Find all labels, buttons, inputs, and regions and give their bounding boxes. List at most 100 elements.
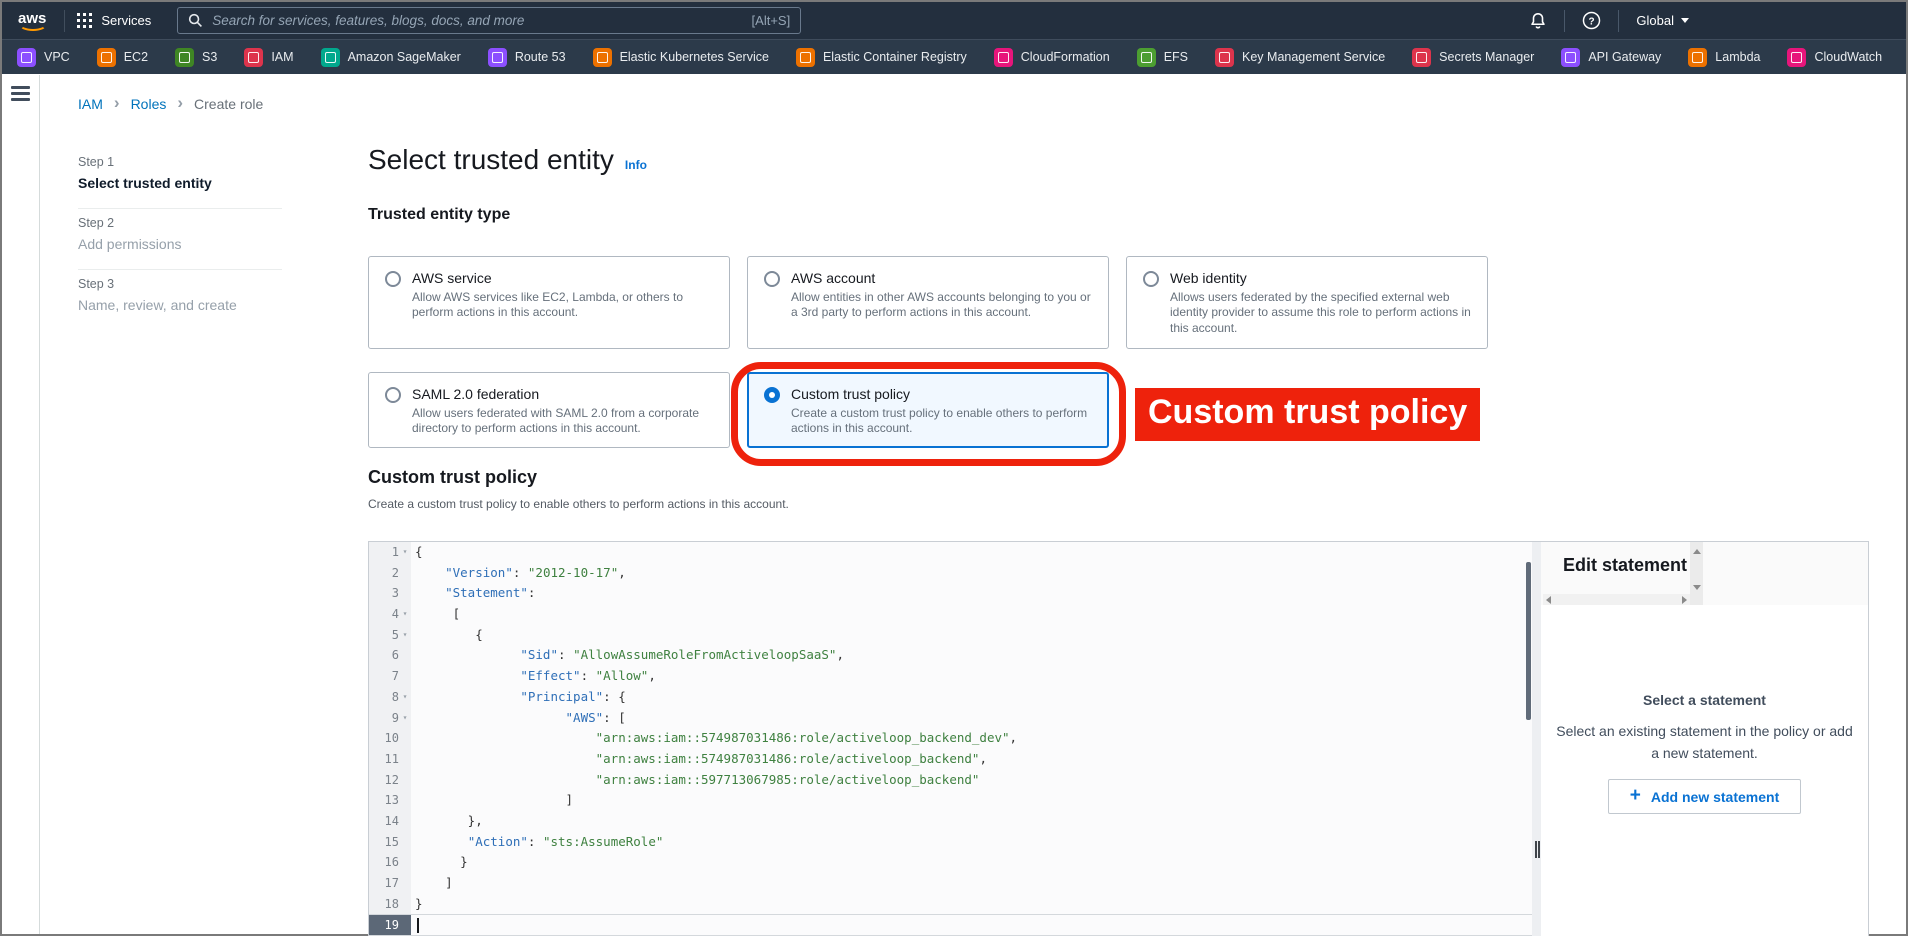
entity-type-card[interactable]: Web identityAllows users federated by th… bbox=[1126, 256, 1488, 349]
radio-button[interactable] bbox=[764, 271, 780, 287]
scroll-left-icon[interactable] bbox=[1546, 596, 1551, 604]
wizard-step: Step 3Name, review, and create bbox=[78, 270, 282, 330]
edit-statement-title: Edit statement bbox=[1563, 555, 1687, 576]
code-line: 2 "Version": "2012-10-17", bbox=[369, 563, 1532, 584]
code-line: 10 "arn:aws:iam::574987031486:role/activ… bbox=[369, 728, 1532, 749]
service-icon bbox=[488, 48, 507, 67]
line-number-gutter: 4▾ bbox=[369, 604, 411, 625]
line-number-gutter: 1▾ bbox=[369, 542, 411, 563]
code-line: 18} bbox=[369, 894, 1532, 915]
code-text: "Version": "2012-10-17", bbox=[411, 563, 1532, 584]
line-number: 1 bbox=[373, 542, 399, 563]
favorites-item-label: API Gateway bbox=[1588, 50, 1661, 64]
entity-type-card[interactable]: SAML 2.0 federationAllow users federated… bbox=[368, 372, 730, 448]
entity-type-card[interactable]: AWS serviceAllow AWS services like EC2, … bbox=[368, 256, 730, 349]
panel-resize-handle[interactable] bbox=[1532, 542, 1541, 936]
favorites-item[interactable]: EFS bbox=[1137, 48, 1188, 67]
favorites-item-label: IAM bbox=[271, 50, 293, 64]
code-line: 3 "Statement": bbox=[369, 583, 1532, 604]
favorites-item[interactable]: Amazon SageMaker bbox=[321, 48, 461, 67]
favorites-item[interactable]: API Gateway bbox=[1561, 48, 1661, 67]
services-menu-button[interactable]: Services bbox=[77, 13, 151, 28]
card-content: AWS accountAllow entities in other AWS a… bbox=[791, 270, 1092, 335]
help-icon[interactable]: ? bbox=[1582, 11, 1601, 30]
service-icon bbox=[175, 48, 194, 67]
line-number-gutter: 14 bbox=[369, 811, 411, 832]
service-icon bbox=[1561, 48, 1580, 67]
favorites-item[interactable]: Route 53 bbox=[488, 48, 566, 67]
step-number-label: Step 3 bbox=[78, 277, 282, 291]
fold-arrow-icon[interactable]: ▾ bbox=[399, 542, 411, 563]
favorites-item[interactable]: Key Management Service bbox=[1215, 48, 1385, 67]
code-line: 16 } bbox=[369, 852, 1532, 873]
global-search[interactable]: [Alt+S] bbox=[177, 7, 801, 34]
breadcrumb-item[interactable]: IAM bbox=[78, 96, 103, 112]
favorites-item[interactable]: Elastic Kubernetes Service bbox=[593, 48, 769, 67]
favorites-item-label: Amazon SageMaker bbox=[348, 50, 461, 64]
policy-code-editor[interactable]: 1▾{2 "Version": "2012-10-17",3 "Statemen… bbox=[369, 542, 1532, 936]
line-number: 10 bbox=[373, 728, 399, 749]
favorites-item[interactable]: Lambda bbox=[1688, 48, 1760, 67]
menu-hamburger-icon[interactable] bbox=[11, 86, 30, 101]
search-input[interactable] bbox=[212, 13, 742, 28]
fold-arrow-icon[interactable]: ▾ bbox=[399, 708, 411, 729]
favorites-item[interactable]: EC2 bbox=[97, 48, 148, 67]
scroll-up-icon[interactable] bbox=[1693, 549, 1701, 554]
service-icon bbox=[1787, 48, 1806, 67]
step-number-label: Step 1 bbox=[78, 155, 282, 169]
notifications-bell-icon[interactable] bbox=[1529, 12, 1547, 30]
favorites-item[interactable]: IAM bbox=[244, 48, 293, 67]
favorites-item[interactable]: VPC bbox=[17, 48, 70, 67]
search-icon bbox=[188, 13, 203, 28]
favorites-item[interactable]: Elastic Container Registry bbox=[796, 48, 967, 67]
favorites-item-label: Route 53 bbox=[515, 50, 566, 64]
radio-button[interactable] bbox=[1143, 271, 1159, 287]
scroll-down-icon[interactable] bbox=[1693, 585, 1701, 590]
favorites-item[interactable]: Secrets Manager bbox=[1412, 48, 1534, 67]
favorites-item[interactable]: CloudWatch bbox=[1787, 48, 1882, 67]
favorites-item-label: Key Management Service bbox=[1242, 50, 1385, 64]
breadcrumb-item[interactable]: Roles bbox=[131, 96, 167, 112]
breadcrumb-item: Create role bbox=[194, 96, 263, 112]
aws-logo[interactable]: aws bbox=[16, 10, 52, 31]
info-link[interactable]: Info bbox=[625, 158, 647, 172]
favorites-item[interactable]: CloudFormation bbox=[994, 48, 1110, 67]
radio-button[interactable] bbox=[385, 387, 401, 403]
code-text: "arn:aws:iam::574987031486:role/activelo… bbox=[411, 749, 1532, 770]
radio-button[interactable] bbox=[764, 387, 780, 403]
breadcrumb: IAM›Roles›Create role bbox=[78, 95, 263, 112]
card-title: SAML 2.0 federation bbox=[412, 386, 713, 402]
fold-arrow-icon[interactable]: ▾ bbox=[399, 604, 411, 625]
fold-arrow-icon[interactable]: ▾ bbox=[399, 625, 411, 646]
code-text: [ bbox=[411, 604, 1532, 625]
code-line: 11 "arn:aws:iam::574987031486:role/activ… bbox=[369, 749, 1532, 770]
code-line: 5▾ { bbox=[369, 625, 1532, 646]
service-icon bbox=[1137, 48, 1156, 67]
line-number: 12 bbox=[373, 770, 399, 791]
code-text: ] bbox=[411, 790, 1532, 811]
code-text: "Sid": "AllowAssumeRoleFromActiveloopSaa… bbox=[411, 645, 1532, 666]
favorites-item[interactable]: S3 bbox=[175, 48, 217, 67]
panel-horizontal-scrollbar[interactable] bbox=[1543, 594, 1690, 605]
wizard-step: Step 1Select trusted entity bbox=[78, 148, 282, 209]
entity-type-card[interactable]: AWS accountAllow entities in other AWS a… bbox=[747, 256, 1109, 349]
plus-icon: + bbox=[1630, 786, 1641, 805]
scroll-right-icon[interactable] bbox=[1682, 596, 1687, 604]
favorites-item-label: EC2 bbox=[124, 50, 148, 64]
service-icon bbox=[17, 48, 36, 67]
fold-arrow-icon[interactable]: ▾ bbox=[399, 687, 411, 708]
panel-vertical-scrollbar[interactable] bbox=[1690, 542, 1703, 605]
code-text: "Statement": bbox=[411, 583, 1532, 604]
custom-trust-policy-heading: Custom trust policy bbox=[368, 467, 537, 488]
region-label: Global bbox=[1636, 13, 1674, 28]
favorites-item-label: EFS bbox=[1164, 50, 1188, 64]
editor-scrollbar[interactable] bbox=[1526, 562, 1531, 720]
line-number: 5 bbox=[373, 625, 399, 646]
add-new-statement-button[interactable]: + Add new statement bbox=[1608, 779, 1801, 814]
region-selector[interactable]: Global bbox=[1636, 13, 1689, 28]
add-new-statement-label: Add new statement bbox=[1651, 789, 1779, 805]
edit-statement-body: Select a statement Select an existing st… bbox=[1541, 605, 1868, 814]
radio-button[interactable] bbox=[385, 271, 401, 287]
entity-type-card[interactable]: Custom trust policyCreate a custom trust… bbox=[747, 372, 1109, 448]
card-content: AWS serviceAllow AWS services like EC2, … bbox=[412, 270, 713, 335]
